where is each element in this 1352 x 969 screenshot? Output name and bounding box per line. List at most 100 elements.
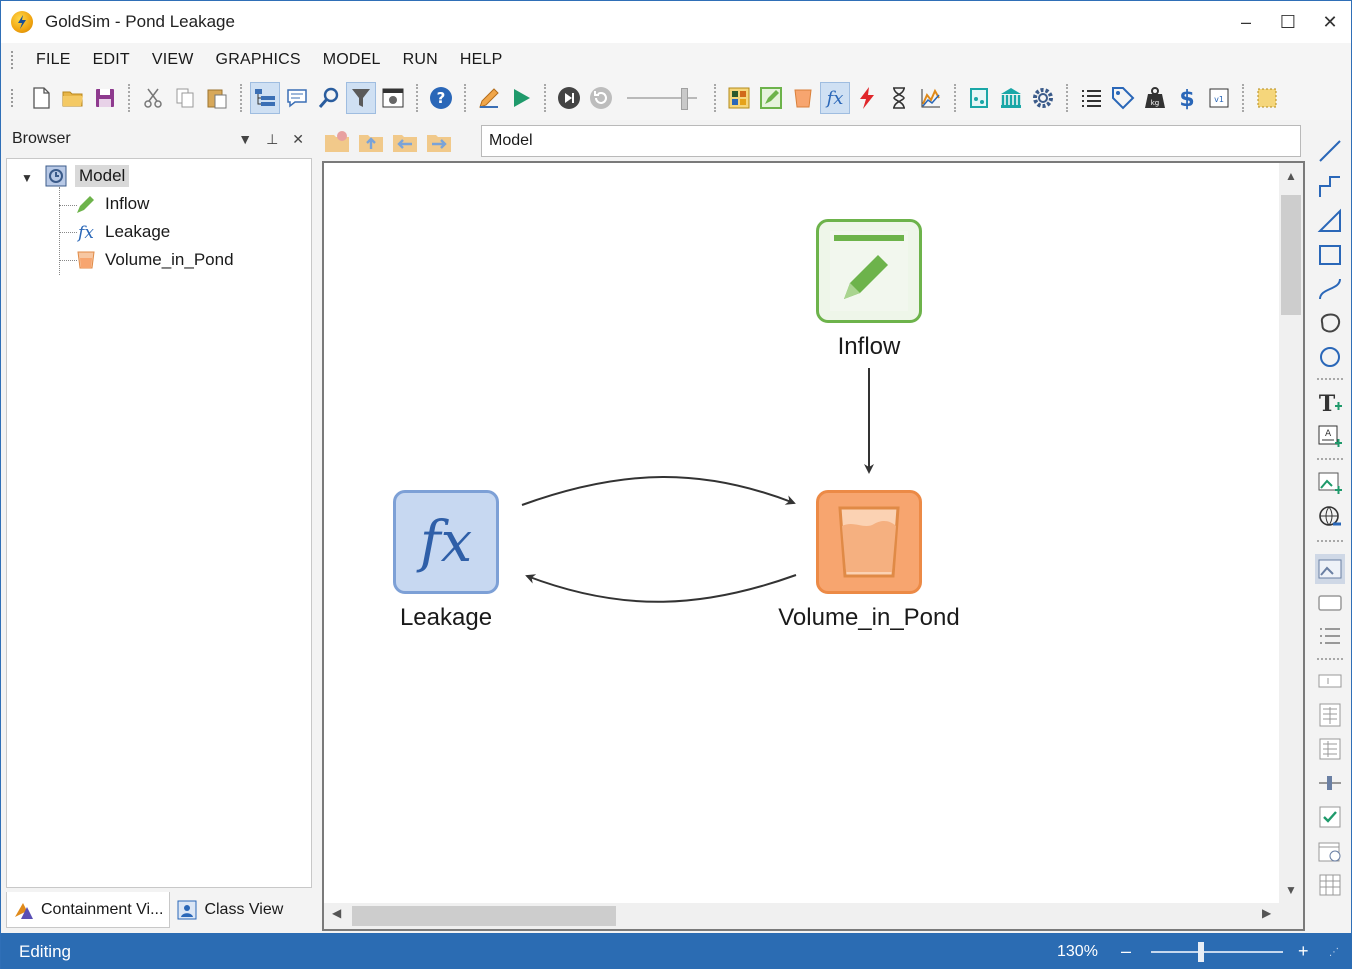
menu-file[interactable]: FILE	[25, 51, 82, 69]
nav-up-button[interactable]	[355, 125, 387, 157]
zoom-out-button[interactable]: –	[1121, 941, 1131, 962]
graphics-pane[interactable]: Inflow fx Leakage Volume_in_Pond ▲ ▼ ◀ ▶	[322, 161, 1305, 931]
pool-element-box[interactable]	[816, 490, 922, 594]
menu-model[interactable]: MODEL	[312, 51, 392, 69]
tree-item-inflow[interactable]: Inflow	[75, 191, 149, 217]
date-control-button[interactable]	[1315, 836, 1345, 866]
reset-button[interactable]	[586, 82, 616, 114]
minimize-button[interactable]: –	[1225, 1, 1267, 43]
polyline-tool-button[interactable]	[1315, 206, 1345, 236]
tree-item-leakage[interactable]: fx Leakage	[75, 219, 170, 245]
tree-item-volume-in-pond[interactable]: Volume_in_Pond	[75, 247, 234, 273]
tab-containment-view[interactable]: Containment Vi...	[6, 892, 171, 928]
pool-element-button[interactable]	[788, 82, 818, 114]
horizontal-scrollbar[interactable]: ◀ ▶	[324, 903, 1281, 929]
zoom-in-button[interactable]: +	[1298, 941, 1309, 962]
hyperlink-tool-button[interactable]	[1315, 502, 1345, 532]
slider-control-button[interactable]	[1315, 768, 1345, 798]
text-box-tool-button[interactable]: A	[1315, 422, 1345, 452]
resize-grip-icon[interactable]: ⋰	[1329, 947, 1339, 958]
goldsim-logo-icon[interactable]	[11, 11, 33, 33]
delay-element-button[interactable]	[884, 82, 914, 114]
save-button[interactable]	[90, 82, 120, 114]
scroll-right-icon[interactable]: ▶	[1262, 906, 1271, 920]
menu-grip-icon[interactable]	[11, 50, 15, 69]
help-button[interactable]: ?	[426, 82, 456, 114]
new-file-button[interactable]	[26, 82, 56, 114]
grid-control-button[interactable]	[1315, 734, 1345, 764]
button-control[interactable]	[1315, 588, 1345, 618]
list-control-button[interactable]	[1315, 622, 1345, 652]
menu-view[interactable]: VIEW	[141, 51, 205, 69]
cut-button[interactable]	[138, 82, 168, 114]
image-tool-button[interactable]	[1315, 468, 1345, 498]
financial-button[interactable]	[996, 82, 1026, 114]
run-speed-slider[interactable]	[627, 88, 697, 110]
tab-class-view[interactable]: Class View	[170, 892, 289, 928]
dashboard-control-button[interactable]	[1315, 554, 1345, 584]
tag-button[interactable]	[1108, 82, 1138, 114]
reservoir-button[interactable]	[964, 82, 994, 114]
nav-back-button[interactable]	[389, 125, 421, 157]
spreadsheet-control-button[interactable]	[1315, 870, 1345, 900]
ellipse-tool-button[interactable]	[1315, 342, 1345, 372]
options-button[interactable]	[378, 82, 408, 114]
nav-forward-button[interactable]	[423, 125, 455, 157]
expression-element-button[interactable]: fx	[820, 82, 850, 114]
menu-graphics[interactable]: GRAPHICS	[205, 51, 312, 69]
menu-run[interactable]: RUN	[392, 51, 449, 69]
result-element-button[interactable]	[916, 82, 946, 114]
data-element-box[interactable]	[816, 219, 922, 323]
step-button[interactable]	[554, 82, 584, 114]
list-button[interactable]	[1076, 82, 1106, 114]
maximize-button[interactable]: ☐	[1267, 1, 1309, 43]
collapse-icon[interactable]: ▼	[21, 171, 33, 185]
data-element-button[interactable]	[756, 82, 786, 114]
checkbox-control-button[interactable]	[1315, 802, 1345, 832]
scroll-left-icon[interactable]: ◀	[332, 906, 341, 920]
browser-tree[interactable]: ▼ Model Inflow fx Leakage Volume_in_Pond	[6, 158, 312, 888]
currency-button[interactable]: $	[1172, 82, 1202, 114]
event-element-button[interactable]	[852, 82, 882, 114]
settings-button[interactable]	[1028, 82, 1058, 114]
open-file-button[interactable]	[58, 82, 88, 114]
freeform-tool-button[interactable]	[1315, 308, 1345, 338]
text-tool-button[interactable]: T	[1315, 388, 1345, 418]
input-field-control-button[interactable]	[1315, 666, 1345, 696]
curve-tool-button[interactable]	[1315, 274, 1345, 304]
elbow-line-tool-button[interactable]	[1315, 172, 1345, 202]
zoom-slider[interactable]	[1151, 951, 1283, 953]
expression-element-box[interactable]: fx	[393, 490, 499, 594]
node-leakage[interactable]: fx Leakage	[371, 490, 521, 632]
menu-edit[interactable]: EDIT	[82, 51, 141, 69]
vertical-scroll-thumb[interactable]	[1281, 195, 1301, 315]
edit-mode-button[interactable]	[474, 82, 504, 114]
horizontal-scroll-thumb[interactable]	[352, 906, 616, 926]
nav-home-button[interactable]	[321, 125, 353, 157]
tree-item-model[interactable]: Model	[45, 163, 130, 189]
paste-button[interactable]	[202, 82, 232, 114]
pin-icon[interactable]: ⊥	[266, 131, 278, 148]
menu-help[interactable]: HELP	[449, 51, 514, 69]
table-control-button[interactable]	[1315, 700, 1345, 730]
layout-button[interactable]	[1252, 82, 1282, 114]
chevron-down-icon[interactable]: ▼	[238, 131, 252, 148]
close-icon[interactable]: ✕	[292, 131, 304, 148]
zoom-slider-thumb[interactable]	[1198, 942, 1205, 962]
copy-button[interactable]	[170, 82, 200, 114]
scroll-down-icon[interactable]: ▼	[1279, 883, 1303, 897]
notes-button[interactable]	[282, 82, 312, 114]
vertical-scrollbar[interactable]: ▲ ▼	[1279, 163, 1303, 903]
version-button[interactable]: v1	[1204, 82, 1234, 114]
container-path-field[interactable]: Model	[481, 125, 1301, 157]
find-button[interactable]	[314, 82, 344, 114]
scroll-up-icon[interactable]: ▲	[1279, 169, 1303, 183]
rectangle-tool-button[interactable]	[1315, 240, 1345, 270]
container-button[interactable]	[724, 82, 754, 114]
filter-button[interactable]	[346, 82, 376, 114]
units-button[interactable]: kg	[1140, 82, 1170, 114]
run-button[interactable]	[506, 82, 536, 114]
node-inflow[interactable]: Inflow	[794, 219, 944, 361]
toolbar-grip-icon[interactable]	[11, 89, 15, 107]
browser-toggle-button[interactable]	[250, 82, 280, 114]
